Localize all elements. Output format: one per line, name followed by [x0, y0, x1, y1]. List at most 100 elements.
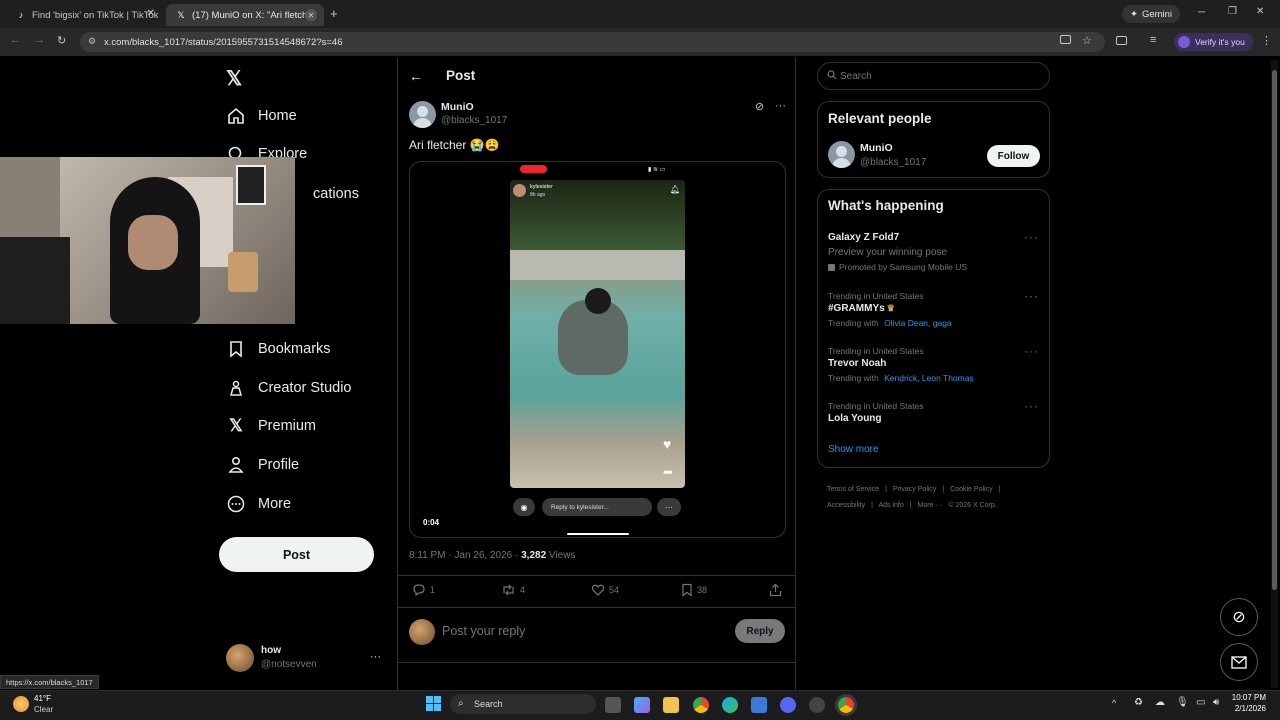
- back-arrow-icon[interactable]: ←: [409, 68, 423, 84]
- trend-item[interactable]: Trending in United States Trevor Noah Tr…: [818, 344, 1049, 388]
- app-icon[interactable]: [809, 697, 825, 713]
- reply-action[interactable]: 1: [412, 583, 435, 597]
- nav-profile[interactable]: Profile: [226, 450, 299, 480]
- chrome-icon[interactable]: [693, 697, 709, 713]
- bookmark-action[interactable]: 38: [681, 583, 707, 597]
- author-avatar[interactable]: [409, 101, 436, 128]
- nav-premium[interactable]: 𝕏 Premium: [226, 411, 316, 441]
- trend-item[interactable]: Trending in United States Lola Young ···: [818, 399, 1049, 429]
- footer-link[interactable]: More ···: [918, 502, 943, 509]
- install-app-icon[interactable]: [1060, 35, 1071, 44]
- reload-icon[interactable]: ↻: [57, 34, 66, 47]
- nav-creator-studio[interactable]: Creator Studio: [226, 373, 352, 403]
- trend-item[interactable]: Trending in United States #GRAMMYs ♛ Tre…: [818, 289, 1049, 333]
- onedrive-icon[interactable]: ☁: [1155, 697, 1165, 708]
- messages-float-icon[interactable]: [1220, 643, 1258, 681]
- footer-link[interactable]: Accessibility: [827, 502, 865, 509]
- discord-icon[interactable]: [780, 697, 796, 713]
- trend-with-links[interactable]: Kendrick, Leon Thomas: [884, 373, 974, 383]
- back-icon[interactable]: ←: [10, 34, 21, 46]
- video-player[interactable]: ▮ ≋ ▭ kylesister 8h ago 🔔︎ ♥ ➦ ◉ Reply t…: [409, 161, 786, 538]
- trend-item[interactable]: Galaxy Z Fold7 Preview your winning pose…: [818, 228, 1049, 276]
- taskbar-search[interactable]: ⌕ Search: [450, 694, 596, 714]
- post-timestamp[interactable]: 8:11 PM · Jan 26, 2026 ·: [409, 550, 518, 561]
- weather-temp[interactable]: 41°F: [34, 694, 51, 703]
- footer-link[interactable]: Cookie Policy: [950, 486, 992, 493]
- site-info-icon[interactable]: ⚙: [88, 36, 96, 47]
- search-input[interactable]: Search: [817, 62, 1050, 90]
- scrollbar-thumb[interactable]: [1272, 70, 1277, 590]
- display-icon[interactable]: ▭: [1196, 697, 1205, 708]
- trend-more-icon[interactable]: ···: [1024, 289, 1039, 303]
- trend-more-icon[interactable]: ···: [1024, 230, 1039, 244]
- edge-icon[interactable]: [722, 697, 738, 713]
- clock-time[interactable]: 10:07 PM: [1226, 693, 1266, 702]
- footer-link[interactable]: Privacy Policy: [893, 486, 937, 493]
- media-icon[interactable]: ≡: [1150, 34, 1156, 46]
- weather-icon[interactable]: [13, 696, 29, 712]
- copilot-icon[interactable]: [634, 697, 650, 713]
- show-more-link[interactable]: Show more: [828, 444, 879, 455]
- new-tab-button[interactable]: +: [330, 6, 338, 21]
- address-bar[interactable]: ⚙ x.com/blacks_1017/status/2015955731514…: [80, 32, 1105, 52]
- minimize-icon[interactable]: ─: [1198, 7, 1205, 18]
- clock-date[interactable]: 2/1/2026: [1226, 704, 1266, 713]
- follow-button[interactable]: Follow: [987, 145, 1040, 167]
- tray-app-icon[interactable]: ♻: [1134, 697, 1143, 708]
- profile-chip[interactable]: Verify it's you: [1174, 33, 1253, 51]
- restore-icon[interactable]: ❐: [1228, 6, 1237, 17]
- windows-start-icon[interactable]: [426, 696, 442, 712]
- video-progress-bar[interactable]: [567, 533, 629, 535]
- reply-input[interactable]: Post your reply: [442, 624, 525, 638]
- tray-chevron-icon[interactable]: ^: [1112, 698, 1116, 708]
- chrome-active-icon[interactable]: [835, 694, 857, 716]
- repost-count: 4: [520, 585, 526, 595]
- mic-icon[interactable]: 🎙︎: [1176, 697, 1189, 708]
- webcam-object: [228, 252, 258, 292]
- author-name[interactable]: MuniO: [441, 101, 474, 113]
- account-avatar[interactable]: [226, 644, 254, 672]
- tab-title: (17) MuniO on X: "Ari fletcher: [192, 9, 316, 21]
- bookmark-star-icon[interactable]: ☆: [1082, 34, 1092, 47]
- post-more-icon[interactable]: ···: [775, 100, 786, 112]
- close-window-icon[interactable]: ✕: [1256, 6, 1264, 17]
- x-logo-icon[interactable]: 𝕏: [226, 66, 242, 91]
- author-handle[interactable]: @blacks_1017: [441, 115, 507, 126]
- forward-icon[interactable]: →: [34, 34, 45, 46]
- nav-home[interactable]: Home: [226, 101, 297, 131]
- trend-with-label: Trending with: [828, 318, 879, 328]
- relevant-handle[interactable]: @blacks_1017: [860, 157, 926, 168]
- trend-more-icon[interactable]: ···: [1024, 399, 1039, 413]
- tab-tiktok[interactable]: ♪ Find 'bigsix' on TikTok | TikTok ✕: [6, 4, 162, 26]
- browser-menu-icon[interactable]: ⋮: [1261, 34, 1272, 47]
- account-more-icon[interactable]: ···: [370, 651, 381, 663]
- footer-link[interactable]: Ads info: [878, 502, 903, 509]
- sidepanel-icon[interactable]: [1116, 36, 1127, 45]
- trend-title: Galaxy Z Fold7: [828, 232, 900, 243]
- page-scrollbar[interactable]: [1271, 60, 1278, 688]
- nav-more[interactable]: More: [226, 489, 291, 519]
- weather-desc[interactable]: Clear: [34, 705, 53, 714]
- repost-action[interactable]: 4: [501, 583, 525, 597]
- file-explorer-icon[interactable]: [663, 697, 679, 713]
- footer-link[interactable]: Terms of Service: [827, 486, 879, 493]
- reply-button[interactable]: Reply: [735, 619, 785, 643]
- relevant-name[interactable]: MuniO: [860, 142, 893, 154]
- close-tab-icon[interactable]: ✕: [147, 8, 155, 19]
- tab-x-post[interactable]: 𝕏 (17) MuniO on X: "Ari fletcher ✕: [166, 4, 324, 26]
- gemini-button[interactable]: ✦ Gemini: [1122, 5, 1181, 23]
- grok-icon[interactable]: ⊘: [755, 100, 764, 113]
- trend-more-icon[interactable]: ···: [1024, 344, 1039, 358]
- volume-icon[interactable]: 🔊︎: [1213, 697, 1219, 708]
- task-view-icon[interactable]: [605, 697, 621, 713]
- close-tab-icon[interactable]: ✕: [305, 9, 317, 21]
- nav-bookmarks[interactable]: Bookmarks: [226, 334, 331, 364]
- like-action[interactable]: 54: [591, 583, 619, 597]
- relevant-avatar[interactable]: [828, 141, 855, 168]
- grok-float-icon[interactable]: ⊘: [1220, 598, 1258, 636]
- store-icon[interactable]: [751, 697, 767, 713]
- post-button[interactable]: Post: [219, 537, 374, 572]
- share-icon[interactable]: [769, 583, 782, 602]
- trend-with-links[interactable]: Olivia Dean, gaga: [884, 318, 952, 328]
- post-meta: 8:11 PM · Jan 26, 2026 · 3,282 Views: [409, 550, 575, 561]
